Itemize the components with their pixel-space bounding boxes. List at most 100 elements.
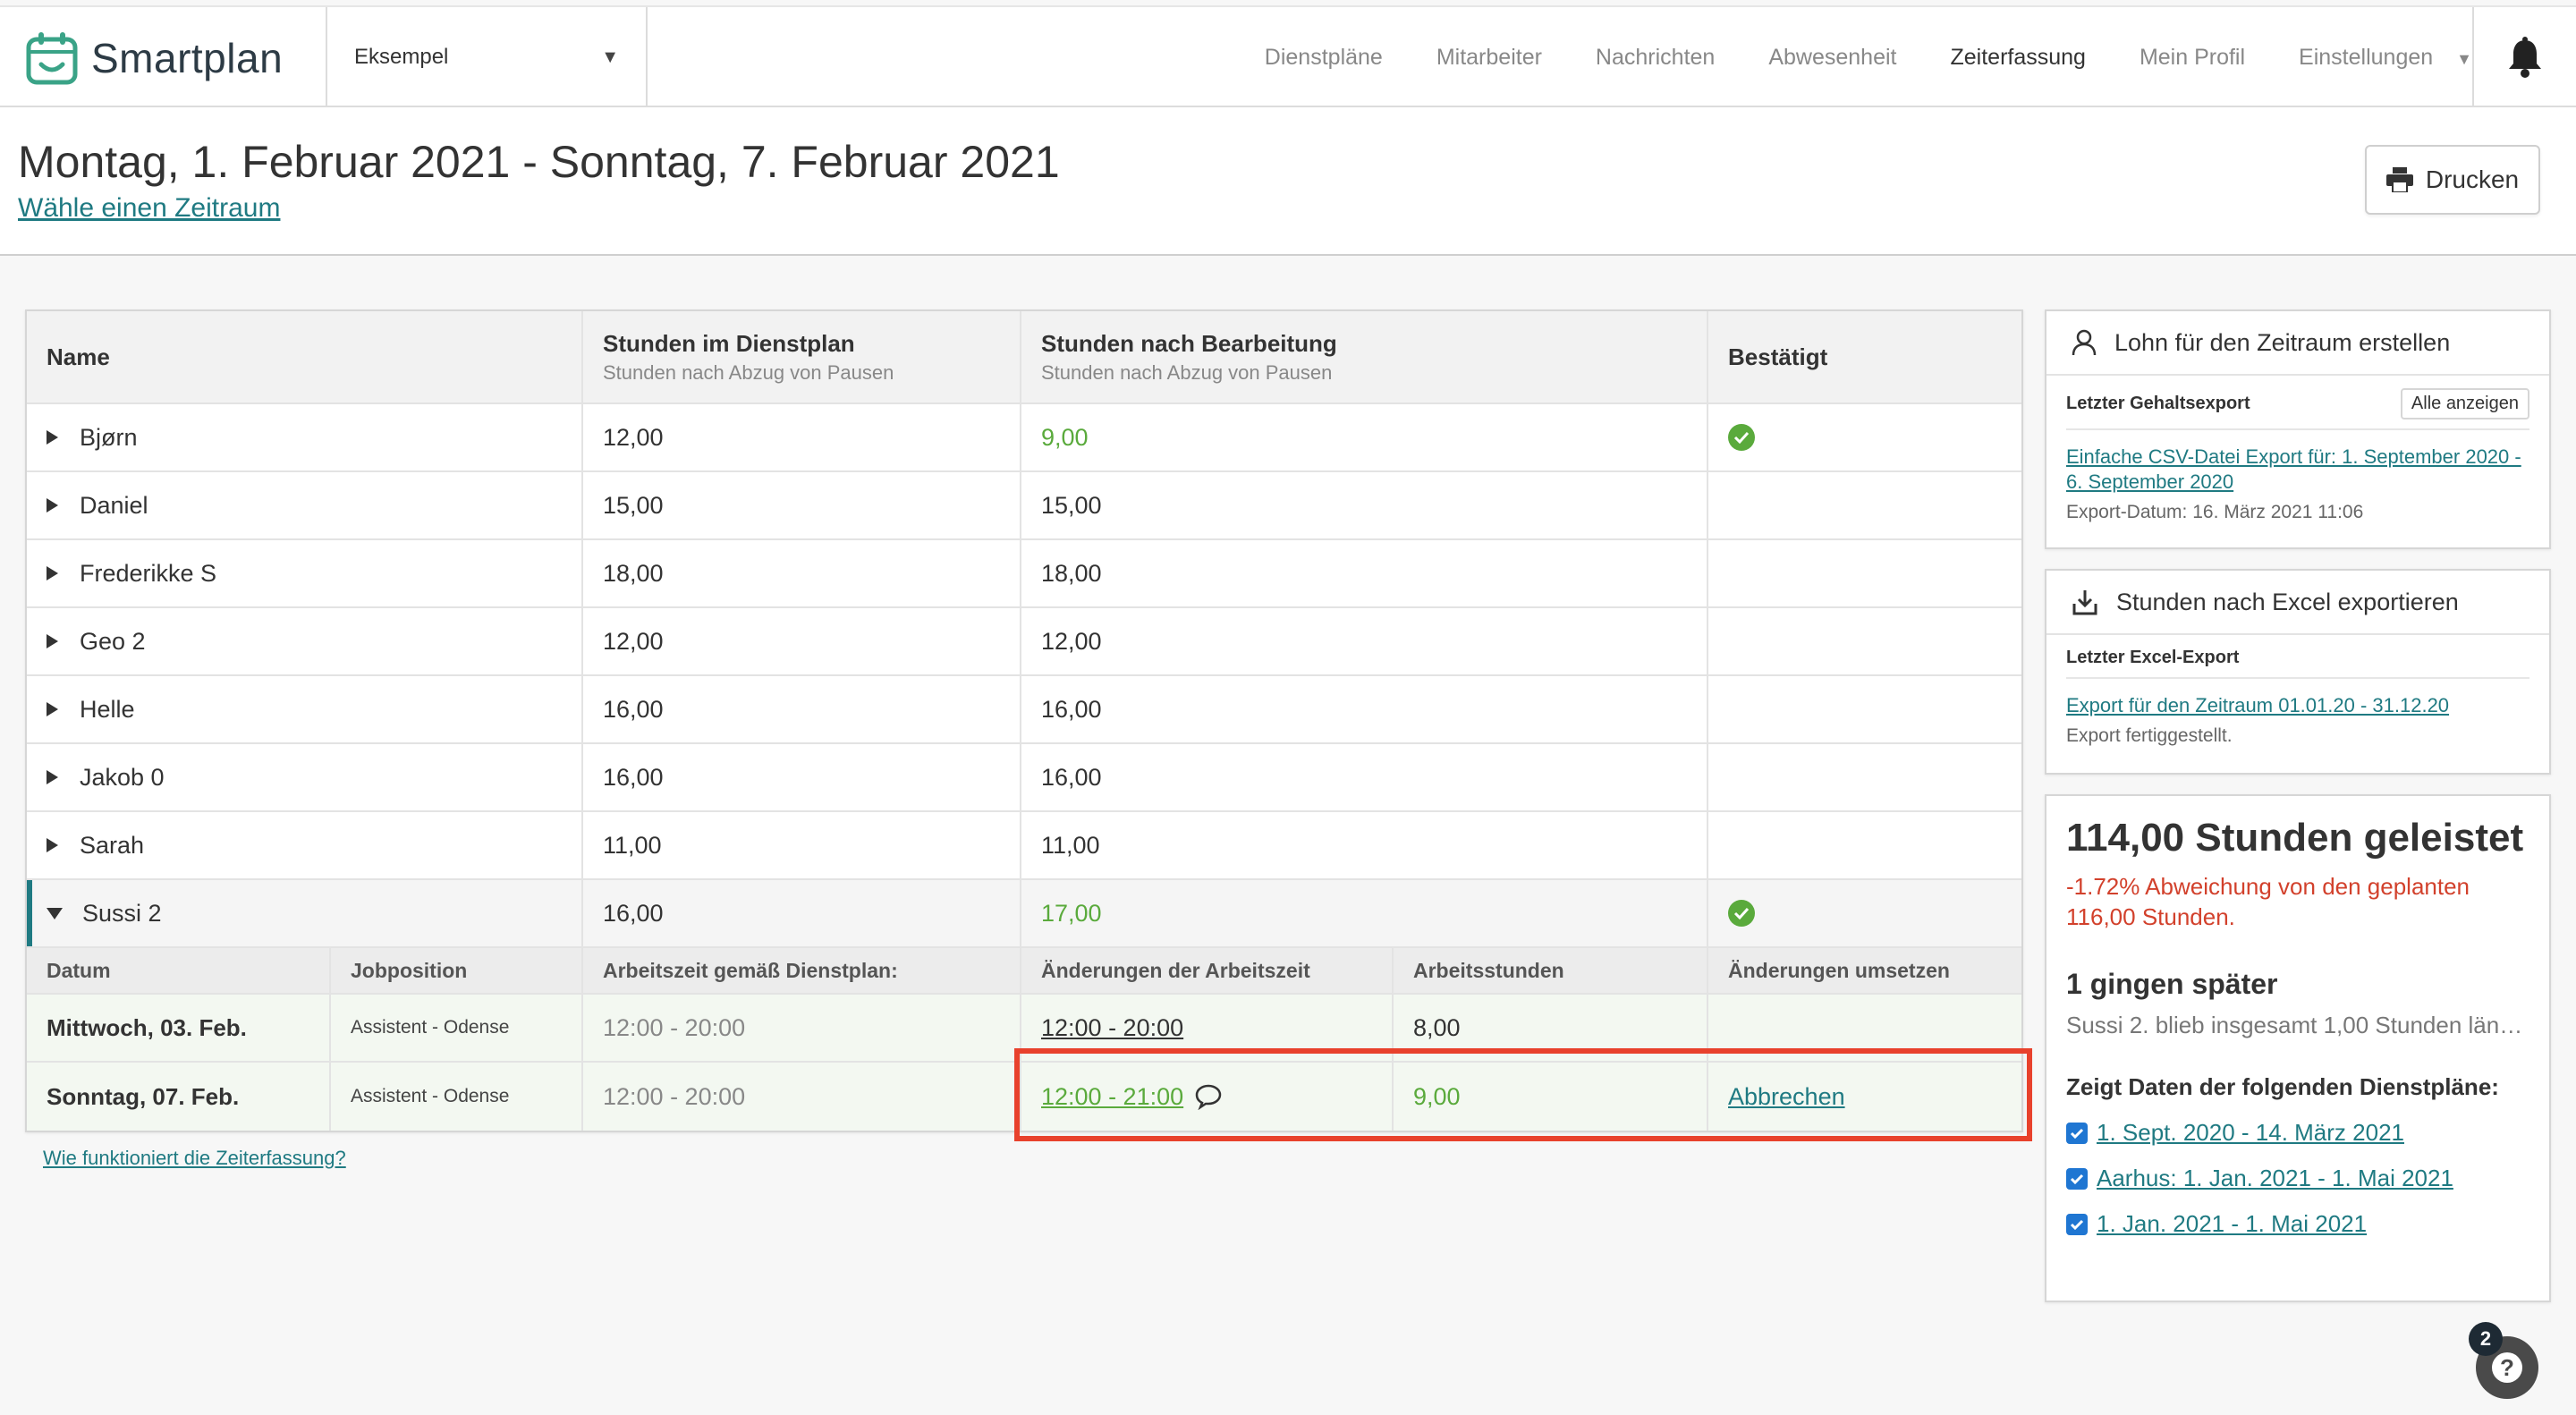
sub-column-job: Jobposition bbox=[331, 948, 583, 993]
edited-hours: 17,00 bbox=[1041, 899, 1102, 927]
comment-icon[interactable] bbox=[1194, 1083, 1223, 1110]
expand-arrow-icon[interactable] bbox=[47, 770, 58, 784]
csv-export-link[interactable]: Einfache CSV-Datei Export für: 1. Septem… bbox=[2066, 445, 2529, 495]
plan-link[interactable]: 1. Sept. 2020 - 14. März 2021 bbox=[2097, 1119, 2404, 1147]
column-header-name[interactable]: Name bbox=[27, 311, 583, 402]
checkbox-checked-icon[interactable] bbox=[2066, 1213, 2088, 1235]
edited-hours: 16,00 bbox=[1041, 695, 1102, 723]
salary-panel-title: Lohn für den Zeitraum erstellen bbox=[2114, 328, 2451, 356]
plans-title: Zeigt Daten der folgenden Dienstpläne: bbox=[2066, 1073, 2499, 1100]
export-date: Export-Datum: 16. März 2021 11:06 bbox=[2066, 502, 2364, 522]
salary-panel-label: Letzter Gehaltsexport bbox=[2066, 394, 2250, 413]
excel-export-button[interactable]: Stunden nach Excel exportieren bbox=[2046, 571, 2549, 635]
choose-period-link[interactable]: Wähle einen Zeitraum bbox=[18, 193, 280, 224]
excel-export-panel: Stunden nach Excel exportieren Letzter E… bbox=[2045, 569, 2551, 775]
late-title: 1 gingen später bbox=[2066, 968, 2278, 1000]
shift-job: Assistent - Odense bbox=[351, 1086, 510, 1106]
expand-arrow-icon[interactable] bbox=[47, 634, 58, 648]
nav-item-dienstplaene[interactable]: Dienstpläne bbox=[1265, 45, 1383, 71]
employee-name: Frederikke S bbox=[80, 559, 217, 587]
question-icon: ? bbox=[2492, 1352, 2522, 1383]
nav-item-einstellungen[interactable]: Einstellungen ▼ bbox=[2299, 45, 2472, 71]
confirmed-cell bbox=[1708, 540, 2021, 606]
salary-export-panel: Lohn für den Zeitraum erstellen Letzter … bbox=[2045, 309, 2551, 549]
salary-export-button[interactable]: Lohn für den Zeitraum erstellen bbox=[2046, 311, 2549, 376]
shift-planned-time: 12:00 - 20:00 bbox=[603, 1013, 746, 1041]
column-title: Name bbox=[47, 343, 110, 370]
column-subtitle: Stunden nach Abzug von Pausen bbox=[1041, 360, 1333, 384]
nav-item-mein-profil[interactable]: Mein Profil bbox=[2140, 45, 2245, 71]
user-icon bbox=[2072, 329, 2097, 356]
table-row[interactable]: Jakob 0 16,00 16,00 bbox=[27, 744, 2021, 812]
checkbox-checked-icon[interactable] bbox=[2066, 1122, 2088, 1144]
table-row[interactable]: Daniel 15,00 15,00 bbox=[27, 472, 2021, 540]
edited-hours: 11,00 bbox=[1041, 831, 1100, 859]
excel-panel-label: Letzter Excel-Export bbox=[2066, 648, 2529, 679]
company-select[interactable]: Eksempel ▼ bbox=[326, 7, 648, 107]
nav-item-abwesenheit[interactable]: Abwesenheit bbox=[1768, 45, 1896, 71]
sub-column-change: Änderungen der Arbeitszeit bbox=[1021, 948, 1394, 993]
edited-hours: 12,00 bbox=[1041, 627, 1102, 655]
logo[interactable]: Smartplan bbox=[25, 29, 283, 88]
excel-export-link[interactable]: Export für den Zeitraum 01.01.20 - 31.12… bbox=[2066, 693, 2529, 718]
shift-hours: 9,00 bbox=[1413, 1082, 1461, 1110]
download-icon bbox=[2072, 590, 2097, 615]
table-row[interactable]: Helle 16,00 16,00 bbox=[27, 676, 2021, 744]
table-row[interactable]: Geo 2 12,00 12,00 bbox=[27, 608, 2021, 676]
confirmed-cell bbox=[1708, 676, 2021, 742]
shift-planned-time: 12:00 - 20:00 bbox=[603, 1082, 746, 1110]
expand-arrow-icon[interactable] bbox=[47, 566, 58, 580]
table-header: Name Stunden im Dienstplan Stunden nach … bbox=[27, 311, 2021, 404]
sub-column-apply: Änderungen umsetzen bbox=[1728, 958, 1950, 982]
bell-icon bbox=[2509, 37, 2541, 78]
cancel-change-link[interactable]: Abbrechen bbox=[1728, 1083, 2021, 1111]
print-button[interactable]: Drucken bbox=[2365, 145, 2540, 215]
help-button[interactable]: ? 2 bbox=[2469, 1322, 2538, 1399]
notifications-button[interactable] bbox=[2472, 7, 2576, 107]
column-header-planned[interactable]: Stunden im Dienstplan Stunden nach Abzug… bbox=[583, 311, 1021, 402]
sub-column-hours: Arbeitsstunden bbox=[1394, 948, 1708, 993]
nav-item-zeiterfassung[interactable]: Zeiterfassung bbox=[1950, 45, 2085, 71]
nav-item-nachrichten[interactable]: Nachrichten bbox=[1596, 45, 1715, 71]
stats-panel: 114,00 Stunden geleistet -1.72% Abweichu… bbox=[2045, 794, 2551, 1302]
confirmed-cell bbox=[1708, 744, 2021, 810]
shift-change-link[interactable]: 12:00 - 20:00 bbox=[1041, 1014, 1392, 1042]
printer-icon bbox=[2385, 167, 2413, 192]
table-row-expanded[interactable]: Sussi 2 16,00 17,00 bbox=[27, 880, 2021, 948]
how-it-works-link[interactable]: Wie funktioniert die Zeiterfassung? bbox=[43, 1147, 346, 1170]
column-header-edited[interactable]: Stunden nach Bearbeitung Stunden nach Ab… bbox=[1021, 311, 1708, 402]
expand-arrow-icon[interactable] bbox=[47, 702, 58, 716]
total-hours: 114,00 Stunden geleistet bbox=[2066, 816, 2524, 860]
collapse-arrow-icon[interactable] bbox=[47, 907, 63, 919]
excel-export-status: Export fertiggestellt. bbox=[2066, 725, 2233, 746]
expand-arrow-icon[interactable] bbox=[47, 430, 58, 445]
employee-name: Sussi 2 bbox=[82, 899, 162, 927]
sub-table-header: Datum Jobposition Arbeitszeit gemäß Dien… bbox=[27, 948, 2021, 995]
plan-link[interactable]: 1. Jan. 2021 - 1. Mai 2021 bbox=[2097, 1210, 2367, 1238]
sub-column-date: Datum bbox=[27, 948, 331, 993]
table-row[interactable]: Frederikke S 18,00 18,00 bbox=[27, 540, 2021, 608]
plan-checkbox-item: Aarhus: 1. Jan. 2021 - 1. Mai 2021 bbox=[2066, 1165, 2529, 1192]
confirmed-cell bbox=[1708, 472, 2021, 538]
planned-hours: 16,00 bbox=[603, 899, 664, 927]
check-circle-icon bbox=[1728, 900, 1755, 927]
caret-down-icon: ▼ bbox=[601, 47, 619, 67]
table-row[interactable]: Sarah 11,00 11,00 bbox=[27, 812, 2021, 880]
sub-column-planned: Arbeitszeit gemäß Dienstplan: bbox=[583, 948, 1021, 993]
shift-hours: 8,00 bbox=[1413, 1013, 1461, 1041]
column-subtitle: Stunden nach Abzug von Pausen bbox=[603, 360, 894, 384]
edited-hours: 9,00 bbox=[1041, 423, 1089, 451]
column-header-confirmed[interactable]: Bestätigt bbox=[1708, 311, 2021, 402]
expand-arrow-icon[interactable] bbox=[47, 498, 58, 513]
table-row[interactable]: Bjørn 12,00 9,00 bbox=[27, 404, 2021, 472]
page-title: Montag, 1. Februar 2021 - Sonntag, 7. Fe… bbox=[18, 137, 1060, 187]
employee-name: Daniel bbox=[80, 491, 148, 519]
time-table: Name Stunden im Dienstplan Stunden nach … bbox=[25, 309, 2023, 1132]
plan-link[interactable]: Aarhus: 1. Jan. 2021 - 1. Mai 2021 bbox=[2097, 1165, 2453, 1192]
show-all-button[interactable]: Alle anzeigen bbox=[2400, 388, 2529, 419]
excel-panel-title: Stunden nach Excel exportieren bbox=[2116, 588, 2459, 615]
nav-item-mitarbeiter[interactable]: Mitarbeiter bbox=[1436, 45, 1542, 71]
shift-change-link[interactable]: 12:00 - 21:00 bbox=[1041, 1083, 1392, 1111]
checkbox-checked-icon[interactable] bbox=[2066, 1167, 2088, 1190]
expand-arrow-icon[interactable] bbox=[47, 838, 58, 852]
